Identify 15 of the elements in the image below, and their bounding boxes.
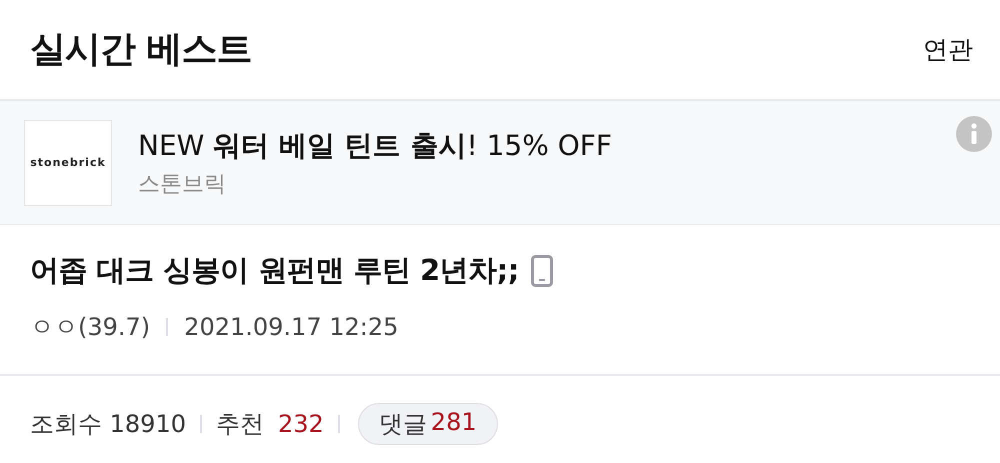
post-title: 어좁 대크 싱봉이 원펀맨 루틴 2년차;; — [30, 252, 519, 289]
brand-logo: stonebrick — [24, 120, 112, 206]
views-count: 조회수 18910 — [30, 409, 186, 440]
comments-button[interactable]: 댓글 281 — [358, 403, 498, 445]
advertiser-name: 스톤브릭 — [138, 170, 227, 198]
mobile-phone-icon — [530, 255, 553, 287]
recommend-count: 232 — [278, 410, 324, 438]
info-icon[interactable] — [956, 116, 992, 152]
author-name: ㅇㅇ(39.7) — [30, 312, 150, 343]
recommend-label: 추천 — [216, 409, 264, 440]
post-date: 2021.09.17 12:25 — [184, 313, 398, 341]
related-link[interactable]: 연관 — [923, 33, 973, 66]
ad-headline: NEW 워터 베일 틴트 출시! 15% OFF — [138, 128, 612, 164]
page-title: 실시간 베스트 — [30, 28, 252, 72]
ad-banner[interactable]: stonebrick NEW 워터 베일 틴트 출시! 15% OFF 스톤브릭 — [0, 101, 1000, 225]
